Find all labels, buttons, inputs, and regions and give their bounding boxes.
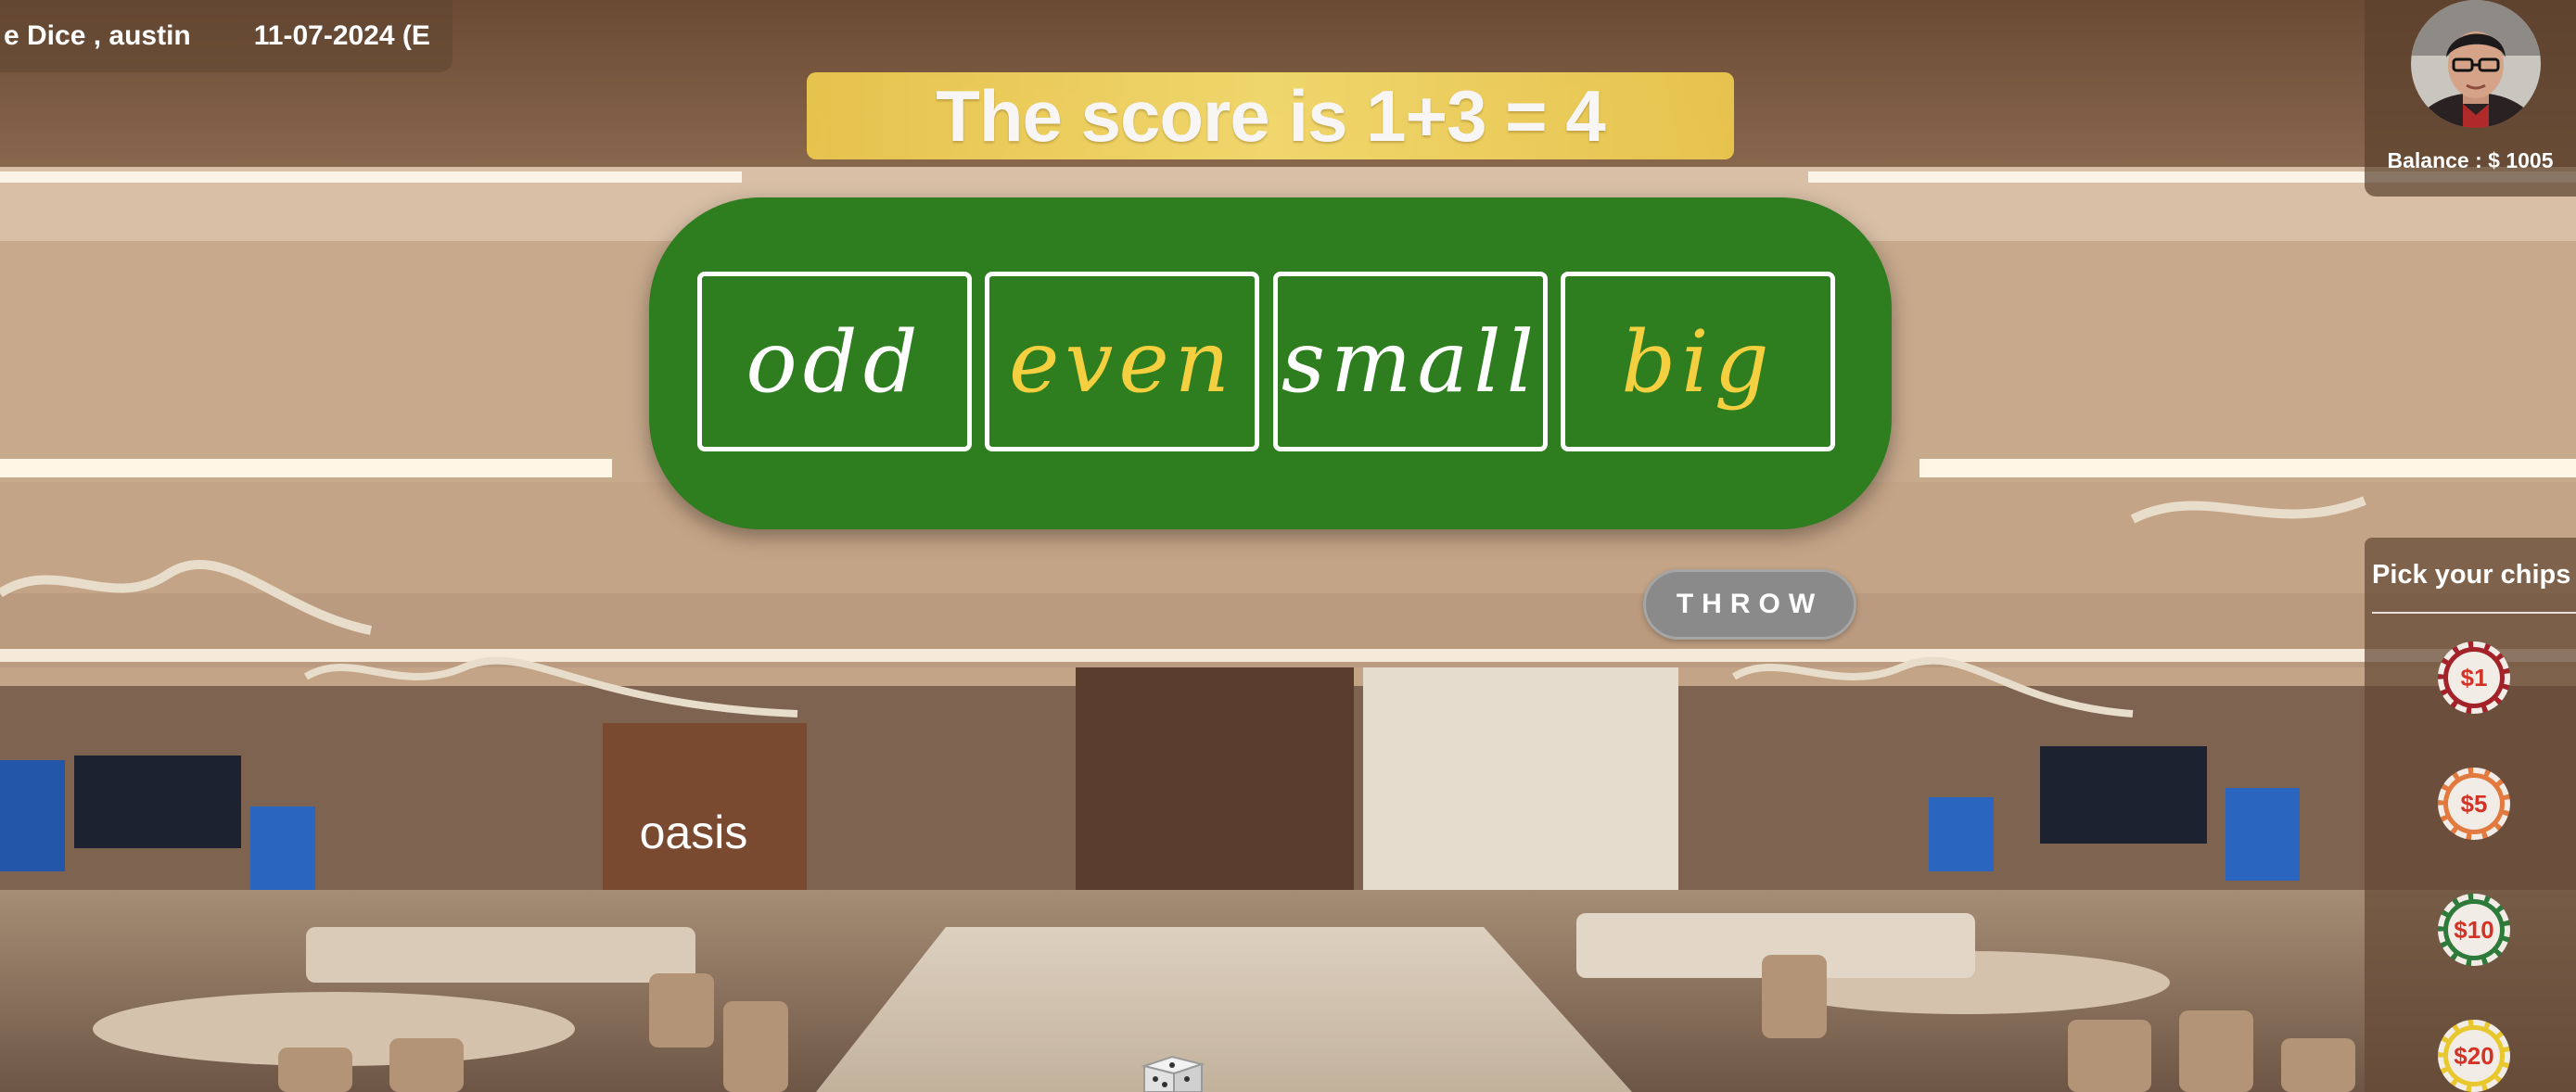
game-info-bar: e Dice , austin 11-07-2024 (E (0, 0, 453, 72)
throw-button-label: THROW (1676, 589, 1824, 619)
score-text: The score is 1+3 = 4 (936, 74, 1605, 157)
game-user-label: e Dice , austin (4, 20, 191, 51)
bet-odd-button[interactable]: odd (697, 272, 972, 451)
chip-5-label: $5 (2448, 778, 2500, 830)
chips-divider (2372, 612, 2576, 614)
player-avatar[interactable] (2411, 0, 2541, 128)
chip-20-label: $20 (2448, 1030, 2500, 1082)
bet-small-button[interactable]: small (1273, 272, 1548, 451)
dice-icon (1141, 1055, 1205, 1092)
chip-10-label: $10 (2448, 904, 2500, 956)
casino-background: oasis (0, 0, 2576, 1092)
chips-title: Pick your chips (2372, 560, 2571, 590)
chip-1-label: $1 (2448, 652, 2500, 704)
balance-label: Balance : $ 1005 (2387, 148, 2554, 172)
bet-board: odd even small big (649, 197, 1892, 529)
bet-big-label: big (1621, 311, 1775, 412)
score-banner: The score is 1+3 = 4 (807, 72, 1734, 159)
avatar-image (2411, 0, 2541, 128)
game-date-label: 11-07-2024 (E (253, 20, 430, 51)
throw-button[interactable]: THROW (1643, 569, 1856, 640)
venue-sign: oasis (640, 806, 748, 858)
chip-5-button[interactable]: $5 (2438, 768, 2510, 840)
chip-20-button[interactable]: $20 (2438, 1020, 2510, 1092)
bet-big-button[interactable]: big (1561, 272, 1835, 451)
chip-10-button[interactable]: $10 (2438, 894, 2510, 966)
bet-small-label: small (1281, 311, 1540, 412)
chip-1-button[interactable]: $1 (2438, 641, 2510, 714)
bet-even-label: even (1008, 311, 1236, 412)
bet-odd-label: odd (746, 311, 924, 412)
bet-even-button[interactable]: even (985, 272, 1259, 451)
